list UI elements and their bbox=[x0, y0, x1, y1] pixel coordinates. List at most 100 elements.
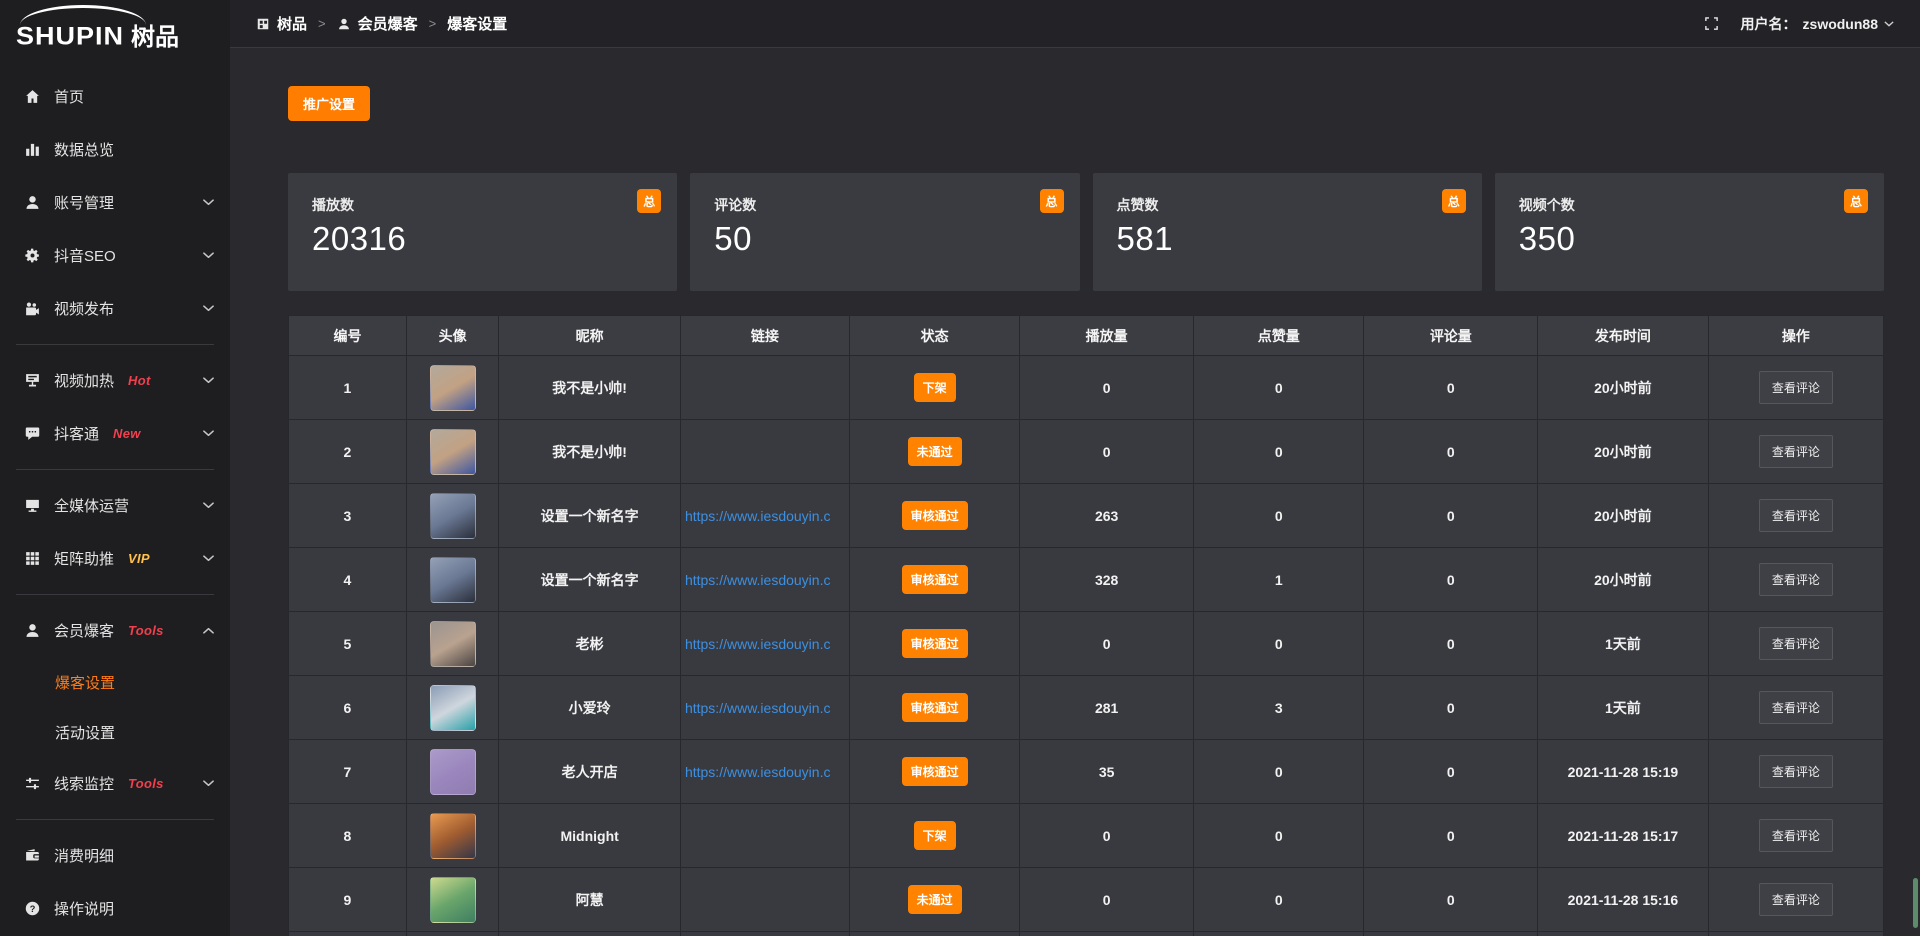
user-icon bbox=[337, 17, 351, 31]
row-number: 6 bbox=[344, 700, 352, 716]
comment-count: 0 bbox=[1447, 636, 1455, 652]
comment-count: 0 bbox=[1447, 572, 1455, 588]
view-comments-button[interactable]: 查看评论 bbox=[1759, 691, 1833, 724]
status-badge: 审核通过 bbox=[902, 565, 968, 594]
like-count: 1 bbox=[1275, 572, 1283, 588]
sidebar-item-label: 视频发布 bbox=[54, 298, 114, 319]
nickname: 设置一个新名字 bbox=[541, 508, 639, 524]
breadcrumb-label: 树品 bbox=[277, 13, 307, 34]
total-badge: 总 bbox=[1040, 189, 1064, 213]
sidebar-item[interactable]: 账号管理 bbox=[0, 176, 230, 229]
sidebar-subitem[interactable]: 爆客设置 bbox=[0, 657, 230, 707]
chevron-down-icon bbox=[203, 305, 214, 312]
column-header: 编号 bbox=[289, 316, 407, 356]
stat-card-label: 评论数 bbox=[714, 195, 1055, 215]
stat-card: 点赞数 581 总 bbox=[1093, 173, 1482, 291]
sidebar-item[interactable]: 抖客通New bbox=[0, 407, 230, 460]
table-row: 4 设置一个新名字 https://www.iesdouyin.c 审核通过 3… bbox=[289, 548, 1884, 612]
view-comments-button[interactable]: 查看评论 bbox=[1759, 755, 1833, 788]
sidebar-item-tag: Hot bbox=[128, 373, 151, 388]
like-count: 0 bbox=[1275, 892, 1283, 908]
comment-count: 0 bbox=[1447, 892, 1455, 908]
column-header: 发布时间 bbox=[1538, 316, 1708, 356]
sidebar-item-tag: Tools bbox=[128, 776, 164, 791]
sidebar-item[interactable]: 矩阵助推VIP bbox=[0, 532, 230, 585]
column-header: 链接 bbox=[680, 316, 849, 356]
table-row: 5 老彬 https://www.iesdouyin.c 审核通过 0 0 0 … bbox=[289, 612, 1884, 676]
publish-time: 2021-11-28 15:16 bbox=[1568, 892, 1679, 908]
comment-count: 0 bbox=[1447, 828, 1455, 844]
promo-settings-button[interactable]: 推广设置 bbox=[288, 86, 370, 121]
fullscreen-icon[interactable] bbox=[1704, 16, 1719, 31]
svg-text:?: ? bbox=[30, 904, 36, 914]
sidebar-item[interactable]: 数据总览 bbox=[0, 123, 230, 176]
sidebar-item[interactable]: 视频发布 bbox=[0, 282, 230, 335]
sidebar: SHUPIN 树品 首页数据总览账号管理抖音SEO视频发布视频加热Hot抖客通N… bbox=[0, 0, 230, 936]
breadcrumb-item-home[interactable]: 树品 bbox=[256, 13, 307, 34]
table-header-row: 编号头像昵称链接状态播放量点赞量评论量发布时间操作 bbox=[289, 316, 1884, 356]
sidebar-item-label: 抖客通 bbox=[54, 423, 99, 444]
home-icon bbox=[24, 88, 41, 105]
sidebar-item-label: 账号管理 bbox=[54, 192, 114, 213]
play-count: 0 bbox=[1103, 380, 1111, 396]
bar-chart-icon bbox=[24, 141, 41, 158]
breadcrumb-item-section[interactable]: 会员爆客 bbox=[337, 13, 418, 34]
nickname: 设置一个新名字 bbox=[541, 572, 639, 588]
publish-time: 20小时前 bbox=[1594, 572, 1652, 588]
column-header: 点赞量 bbox=[1194, 316, 1364, 356]
row-number: 8 bbox=[344, 828, 352, 844]
stat-card-label: 播放数 bbox=[312, 195, 653, 215]
column-header: 播放量 bbox=[1020, 316, 1194, 356]
sidebar-item[interactable]: 线索监控Tools bbox=[0, 757, 230, 810]
sidebar-divider bbox=[16, 594, 214, 595]
view-comments-button[interactable]: 查看评论 bbox=[1759, 371, 1833, 404]
column-header: 昵称 bbox=[499, 316, 681, 356]
publish-time: 2021-11-28 15:17 bbox=[1568, 828, 1679, 844]
view-comments-button[interactable]: 查看评论 bbox=[1759, 563, 1833, 596]
sidebar-item-label: 会员爆客 bbox=[54, 620, 114, 641]
like-count: 0 bbox=[1275, 380, 1283, 396]
username-menu[interactable]: 用户名：zswodun88 bbox=[1741, 14, 1894, 34]
sidebar-item[interactable]: 视频加热Hot bbox=[0, 354, 230, 407]
table-row: 7 老人开店 https://www.iesdouyin.c 审核通过 35 0… bbox=[289, 740, 1884, 804]
status-badge: 未通过 bbox=[908, 885, 962, 914]
sidebar-item[interactable]: 首页 bbox=[0, 70, 230, 123]
sidebar-item-label: 抖音SEO bbox=[54, 245, 116, 266]
row-number: 7 bbox=[344, 764, 352, 780]
sidebar-item-label: 矩阵助推 bbox=[54, 548, 114, 569]
sidebar-item[interactable]: ? 操作说明 bbox=[0, 882, 230, 935]
comment-count: 0 bbox=[1447, 380, 1455, 396]
videos-table: 编号头像昵称链接状态播放量点赞量评论量发布时间操作 1 我不是小帅! 下架 0 … bbox=[288, 315, 1884, 936]
view-comments-button[interactable]: 查看评论 bbox=[1759, 819, 1833, 852]
sidebar-item[interactable]: 全媒体运营 bbox=[0, 479, 230, 532]
breadcrumb-separator: > bbox=[318, 16, 326, 31]
status-badge: 下架 bbox=[914, 821, 956, 850]
chevron-down-icon bbox=[203, 502, 214, 509]
scrollbar-thumb[interactable] bbox=[1913, 878, 1918, 928]
view-comments-button[interactable]: 查看评论 bbox=[1759, 883, 1833, 916]
video-link[interactable]: https://www.iesdouyin.c bbox=[681, 764, 849, 780]
play-count: 281 bbox=[1095, 700, 1118, 716]
play-count: 328 bbox=[1095, 572, 1118, 588]
video-link[interactable]: https://www.iesdouyin.c bbox=[681, 508, 849, 524]
sidebar-divider bbox=[16, 344, 214, 345]
sidebar-item-label: 操作说明 bbox=[54, 898, 114, 919]
sidebar-item[interactable]: 抖音SEO bbox=[0, 229, 230, 282]
chevron-down-icon bbox=[203, 430, 214, 437]
video-link[interactable]: https://www.iesdouyin.c bbox=[681, 636, 849, 652]
sidebar-item[interactable]: 消费明细 bbox=[0, 829, 230, 882]
play-count: 0 bbox=[1103, 892, 1111, 908]
total-badge: 总 bbox=[1844, 189, 1868, 213]
video-link[interactable]: https://www.iesdouyin.c bbox=[681, 572, 849, 588]
avatar bbox=[430, 877, 476, 923]
video-link[interactable]: https://www.iesdouyin.c bbox=[681, 700, 849, 716]
sidebar-subitem[interactable]: 活动设置 bbox=[0, 707, 230, 757]
total-badge: 总 bbox=[1442, 189, 1466, 213]
status-badge: 审核通过 bbox=[902, 757, 968, 786]
sidebar-divider bbox=[16, 819, 214, 820]
view-comments-button[interactable]: 查看评论 bbox=[1759, 627, 1833, 660]
view-comments-button[interactable]: 查看评论 bbox=[1759, 435, 1833, 468]
sidebar-item[interactable]: 会员爆客Tools bbox=[0, 604, 230, 657]
view-comments-button[interactable]: 查看评论 bbox=[1759, 499, 1833, 532]
gear-icon bbox=[24, 247, 41, 264]
